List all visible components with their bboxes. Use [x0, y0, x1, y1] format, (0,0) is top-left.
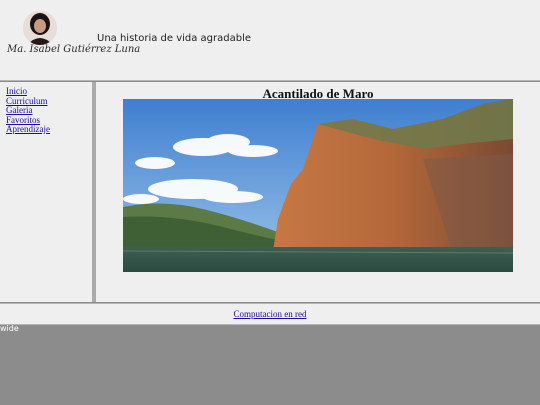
avatar-photo: [23, 11, 57, 45]
nav-link-curriculum[interactable]: Curriculum: [6, 96, 48, 106]
avatar: [23, 11, 57, 45]
cliff-photo: [123, 99, 513, 272]
sidebar-nav: Inicio Curriculum Galeria Favoritos Apre…: [0, 82, 92, 135]
footer-link[interactable]: Computacion en red: [234, 309, 307, 319]
page-header: Ma. Isabel Gutiérrez Luna Una historia d…: [0, 0, 540, 81]
nav-link-aprendizaje[interactable]: Aprendizaje: [6, 124, 50, 134]
nav-link-favoritos[interactable]: Favoritos: [6, 115, 40, 125]
sidebar-item-aprendizaje: Aprendizaje: [6, 124, 92, 135]
site-tagline: Una historia de vida agradable: [97, 33, 252, 44]
sidebar: Inicio Curriculum Galeria Favoritos Apre…: [0, 82, 96, 302]
author-signature: Ma. Isabel Gutiérrez Luna: [7, 44, 141, 55]
nav-link-inicio[interactable]: Inicio: [6, 86, 27, 96]
bottom-note: wide: [0, 324, 19, 333]
page-footer: Computacion en red: [0, 303, 540, 325]
nav-link-galeria[interactable]: Galeria: [6, 105, 32, 115]
main-content: Acantilado de Maro: [96, 82, 540, 302]
